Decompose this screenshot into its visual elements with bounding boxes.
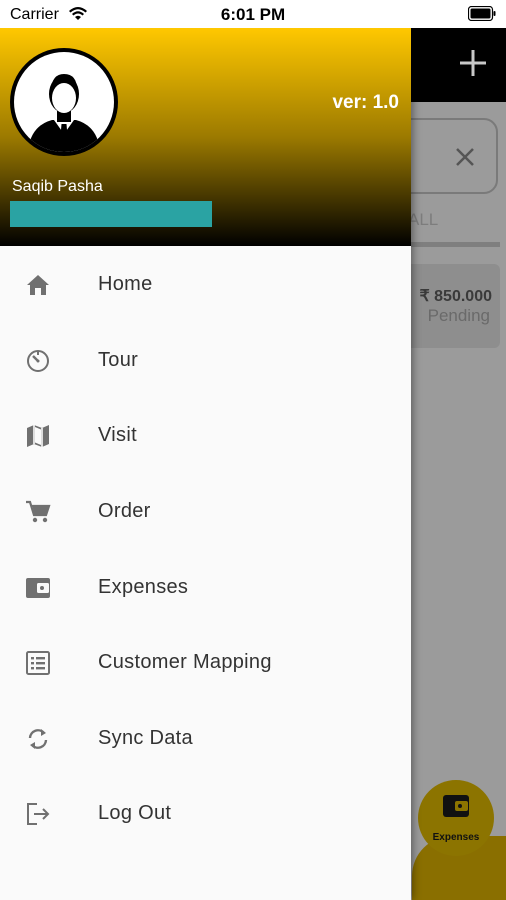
tab-indicator xyxy=(400,242,500,247)
sync-icon xyxy=(28,729,48,749)
user-name: Saqib Pasha xyxy=(12,178,103,195)
menu-item-log-out[interactable]: Log Out xyxy=(0,777,411,847)
expense-card[interactable]: ₹ 850.000 Pending xyxy=(404,264,500,348)
menu-label: Home xyxy=(98,273,153,295)
menu-item-order[interactable]: Order xyxy=(0,475,411,545)
logout-icon xyxy=(27,803,50,825)
home-icon xyxy=(27,275,49,295)
menu-label: Tour xyxy=(98,349,139,371)
expenses-fab[interactable]: Expenses xyxy=(418,780,494,856)
menu-label: Order xyxy=(98,500,151,522)
app-version: ver: 1.0 xyxy=(332,92,399,113)
menu-item-sync-data[interactable]: Sync Data xyxy=(0,702,411,772)
battery-icon xyxy=(468,6,496,21)
cart-icon xyxy=(26,500,51,523)
avatar[interactable] xyxy=(10,48,118,156)
drawer-header: ver: 1.0 Saqib Pasha xyxy=(0,28,411,246)
tab-all[interactable]: ALL xyxy=(408,210,438,230)
menu-label: Customer Mapping xyxy=(98,651,272,673)
menu-item-tour[interactable]: Tour xyxy=(0,324,411,394)
list-icon xyxy=(26,651,50,675)
menu-label: Log Out xyxy=(98,802,172,824)
card-amount: ₹ 850.000 xyxy=(419,288,492,305)
navigation-drawer: ver: 1.0 Saqib Pasha Home Tour Visit Ord… xyxy=(0,28,411,900)
add-icon[interactable] xyxy=(458,48,488,78)
user-info-bar xyxy=(10,201,212,227)
map-icon xyxy=(27,425,49,447)
menu-item-expenses[interactable]: Expenses xyxy=(0,551,411,621)
menu-label: Sync Data xyxy=(98,727,193,749)
wallet-icon xyxy=(443,795,469,817)
menu-item-customer-mapping[interactable]: Customer Mapping xyxy=(0,626,411,696)
timer-icon xyxy=(27,350,49,372)
menu-item-home[interactable]: Home xyxy=(0,248,411,318)
card-status: Pending xyxy=(427,306,490,325)
wallet-icon xyxy=(26,578,50,598)
menu-item-visit[interactable]: Visit xyxy=(0,399,411,469)
close-icon[interactable] xyxy=(454,146,476,168)
status-bar: Carrier 6:01 PM xyxy=(0,0,506,28)
fab-label: Expenses xyxy=(432,832,480,843)
menu-label: Expenses xyxy=(98,576,189,598)
status-time: 6:01 PM xyxy=(220,5,286,24)
user-avatar-icon xyxy=(14,52,114,152)
menu-label: Visit xyxy=(98,424,137,446)
